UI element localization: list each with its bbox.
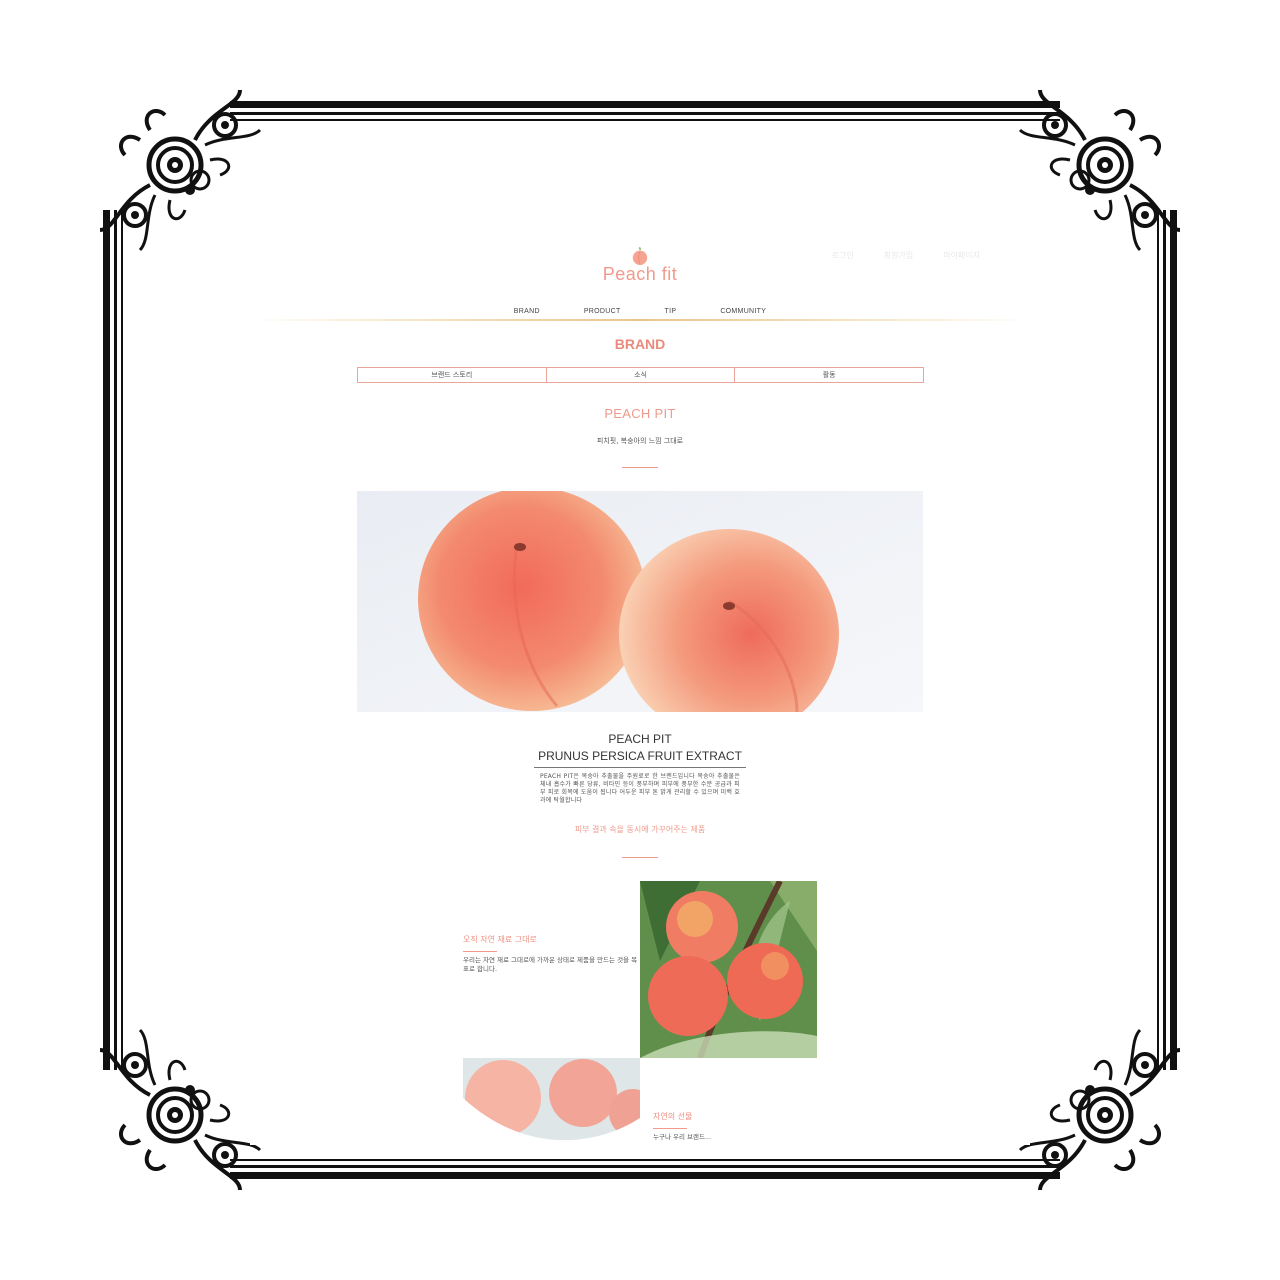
accent-divider	[622, 467, 658, 468]
feature-title: 자연의 선물	[653, 1112, 693, 1121]
utility-nav: 로그인 회원가입 마이페이지	[832, 250, 980, 261]
peach-icon	[632, 247, 648, 265]
nav-divider	[250, 319, 1030, 321]
feature-gift: 자연의 선물 누구나 우리 브랜드...	[653, 1111, 813, 1142]
accent-divider	[622, 857, 658, 858]
tab-brand-story[interactable]: 브랜드 스토리	[358, 368, 547, 382]
website-page: Peach fit 로그인 회원가입 마이페이지 BRAND PRODUCT T…	[250, 240, 1030, 1145]
nav-item-community[interactable]: COMMUNITY	[718, 308, 768, 315]
product-title: PEACH PIT PRUNUS PERSICA FRUIT EXTRACT	[250, 731, 1030, 765]
nav-item-brand[interactable]: BRAND	[512, 308, 542, 315]
tab-activity[interactable]: 활동	[735, 368, 923, 382]
brand-logo[interactable]: Peach fit	[600, 246, 680, 285]
peach-tree-image	[640, 881, 817, 1058]
intro-title: PEACH PIT	[604, 406, 676, 421]
intro-subtitle: 피치핏, 복숭아의 느낌 그대로	[596, 437, 684, 445]
product-divider	[534, 767, 746, 768]
hero-peach-image	[357, 491, 923, 712]
feature-text: 우리는 자연 재료 그대로에 가까운 상태로 제품을 만드는 것을 목표로 합니…	[463, 956, 638, 973]
product-description: PEACH PIT은 복숭아 추출물을 주원료로 한 브랜드입니다 복숭아 추출…	[540, 773, 740, 804]
feature-divider	[463, 951, 497, 952]
product-title-line2: PRUNUS PERSICA FRUIT EXTRACT	[538, 749, 742, 763]
product-tagline: 피부 결과 속을 동시에 가꾸어주는 제품	[574, 825, 706, 834]
nav-item-product[interactable]: PRODUCT	[582, 308, 623, 315]
main-nav: BRAND PRODUCT TIP COMMUNITY	[250, 308, 1030, 315]
signup-link[interactable]: 회원가입	[884, 250, 913, 261]
logo-text: Peach fit	[602, 264, 678, 284]
product-title-line1: PEACH PIT	[608, 732, 672, 746]
feature-title: 오직 자연 재료 그대로	[463, 935, 537, 944]
section-title: BRAND	[614, 336, 666, 352]
tab-news[interactable]: 소식	[547, 368, 736, 382]
feature-divider	[653, 1128, 687, 1129]
sub-tabs: 브랜드 스토리 소식 활동	[357, 367, 924, 383]
nav-item-tip[interactable]: TIP	[663, 308, 679, 315]
mypage-link[interactable]: 마이페이지	[943, 250, 980, 261]
peach-closeup-image	[463, 1058, 640, 1142]
feature-natural: 오직 자연 재료 그대로 우리는 자연 재료 그대로에 가까운 상태로 제품을 …	[463, 934, 638, 974]
feature-text: 누구나 우리 브랜드...	[653, 1133, 712, 1141]
login-link[interactable]: 로그인	[832, 250, 854, 261]
